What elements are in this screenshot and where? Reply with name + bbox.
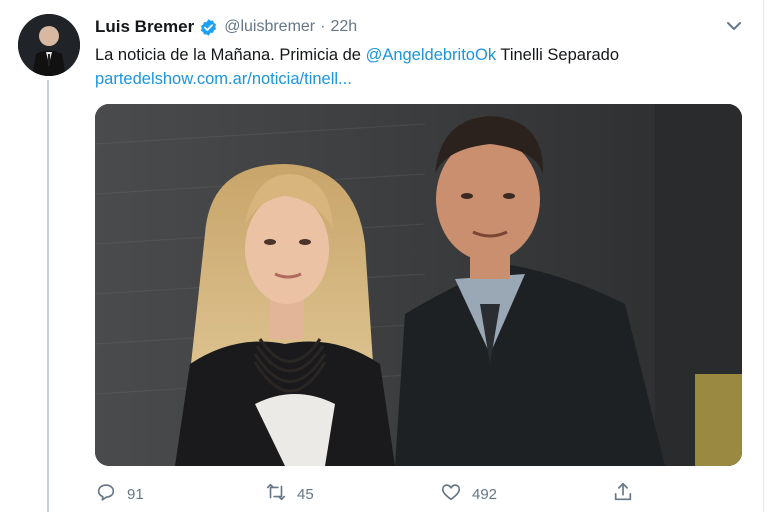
chevron-down-icon[interactable] [724,16,744,36]
user-handle[interactable]: @luisbremer [224,18,315,36]
tweet-text: La noticia de la Mañana. Primicia de @An… [95,43,735,91]
like-count: 492 [472,485,498,503]
retweet-button[interactable]: 45 [265,480,314,508]
heart-icon [440,481,462,507]
tweet-text-tail: Tinelli Separado [496,46,619,64]
reply-icon [95,481,117,507]
avatar[interactable] [18,14,80,76]
verified-badge-icon [199,18,218,37]
retweet-count: 45 [297,485,314,503]
photo-of-couple [95,104,742,466]
tweet-header: Luis Bremer @luisbremer · 22h [95,16,357,38]
like-button[interactable]: 492 [440,480,497,508]
tweet-text-line-1: La noticia de la Mañana. Primicia de @An… [95,43,735,67]
retweet-icon [265,481,287,507]
tweet-text-body: La noticia de la Mañana. Primicia de [95,46,366,64]
panel-border [763,0,764,512]
reply-button[interactable]: 91 [95,480,144,508]
display-name[interactable]: Luis Bremer [95,17,194,37]
tweet-actions: 91 45 492 [95,480,655,508]
thread-line [47,80,49,512]
reply-count: 91 [127,485,144,503]
tweet-timestamp[interactable]: 22h [330,18,357,36]
avatar-image [18,14,80,76]
tweet-image[interactable] [95,104,742,466]
article-link[interactable]: partedelshow.com.ar/noticia/tinell... [95,70,352,88]
share-button[interactable] [612,480,634,508]
separator-dot: · [320,18,326,35]
tweet-text-line-2: partedelshow.com.ar/noticia/tinell... [95,67,735,91]
mention-link[interactable]: @AngeldebritoOk [366,46,497,64]
share-icon [612,481,634,507]
